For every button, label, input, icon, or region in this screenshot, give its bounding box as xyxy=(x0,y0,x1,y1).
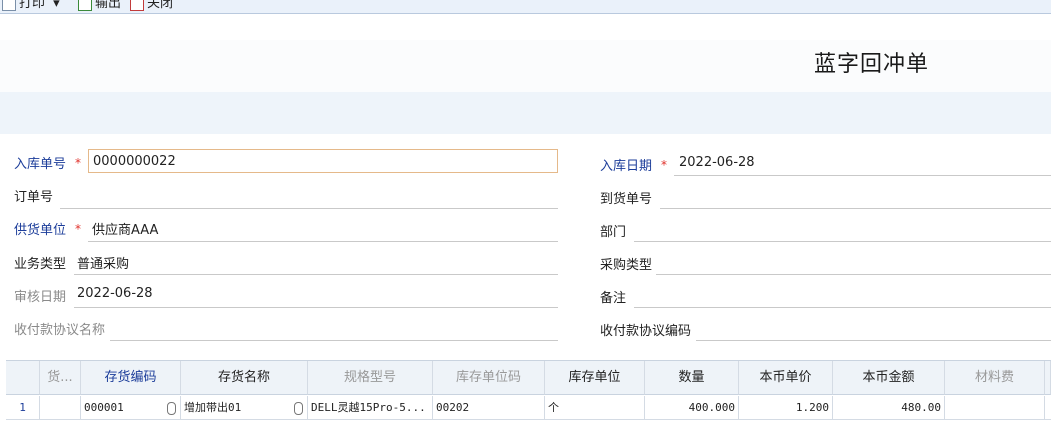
warehouse-date-value: 2022-06-28 xyxy=(679,155,755,170)
department-field[interactable] xyxy=(634,241,1051,242)
column-header-filler xyxy=(1045,361,1051,395)
toolbar: 打印 ▾ 输出 关闭 xyxy=(0,0,1051,14)
header-band xyxy=(0,92,1051,134)
export-icon xyxy=(78,0,92,11)
row-number: 1 xyxy=(6,396,40,420)
paperclip-icon[interactable] xyxy=(167,402,176,415)
audit-date-value: 2022-06-28 xyxy=(77,286,153,301)
column-header[interactable]: 库存单位码 xyxy=(433,361,545,395)
warehouse-no-label: 入库单号 xyxy=(14,157,67,172)
print-button[interactable]: 打印 ▾ xyxy=(2,0,60,13)
remark-field[interactable] xyxy=(634,307,1051,308)
column-header[interactable]: 本币单价 xyxy=(739,361,833,395)
column-header[interactable]: 规格型号 xyxy=(308,361,433,395)
table-cell-unit[interactable]: 个 xyxy=(545,396,645,420)
arrival-no-field[interactable] xyxy=(660,208,1051,209)
export-button[interactable]: 输出 xyxy=(78,0,121,13)
column-header[interactable]: 存货编码 xyxy=(81,361,181,395)
name-value: 增加带出01 xyxy=(184,401,242,414)
required-star: * xyxy=(75,156,81,170)
table-cell-code[interactable]: 000001 xyxy=(81,396,181,420)
row-number-header xyxy=(6,361,40,395)
column-header[interactable]: 库存单位 xyxy=(545,361,645,395)
code-value: 000001 xyxy=(84,401,124,414)
paperclip-icon[interactable] xyxy=(294,402,303,415)
payment-agreement-code-field[interactable] xyxy=(696,340,1051,341)
detail-table: 货... 存货编码 存货名称 规格型号 库存单位码 库存单位 数量 本币单价 本… xyxy=(6,360,1051,428)
payment-agreement-code-label: 收付款协议编码 xyxy=(600,324,692,339)
column-header[interactable]: 货... xyxy=(40,361,81,395)
column-header[interactable]: 存货名称 xyxy=(181,361,308,395)
payment-agreement-name-field[interactable] xyxy=(110,340,558,341)
purchase-type-label: 采购类型 xyxy=(600,258,653,273)
purchase-type-field[interactable] xyxy=(656,274,1051,275)
column-header[interactable]: 数量 xyxy=(645,361,739,395)
audit-date-field xyxy=(74,307,558,308)
order-no-label: 订单号 xyxy=(14,190,54,205)
chevron-down-icon[interactable]: ▾ xyxy=(53,0,60,11)
payment-agreement-name-label: 收付款协议名称 xyxy=(14,323,106,338)
supplier-value: 供应商AAA xyxy=(92,223,159,238)
column-header[interactable]: 本币金额 xyxy=(833,361,945,395)
table-cell-name[interactable]: 增加带出01 xyxy=(181,396,308,420)
table-cell-material[interactable] xyxy=(945,396,1045,420)
top-spacer xyxy=(0,14,1051,40)
table-cell-unit-code[interactable]: 00202 xyxy=(433,396,545,420)
remark-label: 备注 xyxy=(600,291,627,306)
page-title: 蓝字回冲单 xyxy=(813,52,929,77)
table-cell-qty[interactable]: 400.000 xyxy=(645,396,739,420)
table-cell-spec[interactable]: DELL灵越15Pro-5... xyxy=(308,396,433,420)
supplier-field[interactable] xyxy=(88,241,558,242)
required-star: * xyxy=(661,158,667,172)
warehouse-date-field[interactable] xyxy=(674,175,1051,176)
warehouse-no-input[interactable] xyxy=(88,149,558,173)
warehouse-date-label: 入库日期 xyxy=(600,159,653,174)
order-no-field[interactable] xyxy=(60,208,558,209)
required-star: * xyxy=(75,222,81,236)
table-cell-goods[interactable] xyxy=(40,396,81,420)
close-button[interactable]: 关闭 xyxy=(130,0,173,13)
table-cell-filler xyxy=(1045,396,1051,420)
department-label: 部门 xyxy=(600,225,627,240)
supplier-label: 供货单位 xyxy=(14,223,67,238)
table-cell-amount[interactable]: 480.00 xyxy=(833,396,945,420)
business-type-label: 业务类型 xyxy=(14,257,67,272)
arrival-no-label: 到货单号 xyxy=(600,192,653,207)
table-cell-price[interactable]: 1.200 xyxy=(739,396,833,420)
export-label: 输出 xyxy=(95,0,122,11)
print-label: 打印 xyxy=(19,0,46,11)
audit-date-label: 审核日期 xyxy=(14,290,67,305)
column-header[interactable]: 材料费 xyxy=(945,361,1045,395)
close-label: 关闭 xyxy=(147,0,174,11)
business-type-value: 普通采购 xyxy=(77,257,130,272)
printer-icon xyxy=(2,0,16,11)
business-type-field[interactable] xyxy=(74,274,558,275)
close-icon xyxy=(130,0,144,11)
